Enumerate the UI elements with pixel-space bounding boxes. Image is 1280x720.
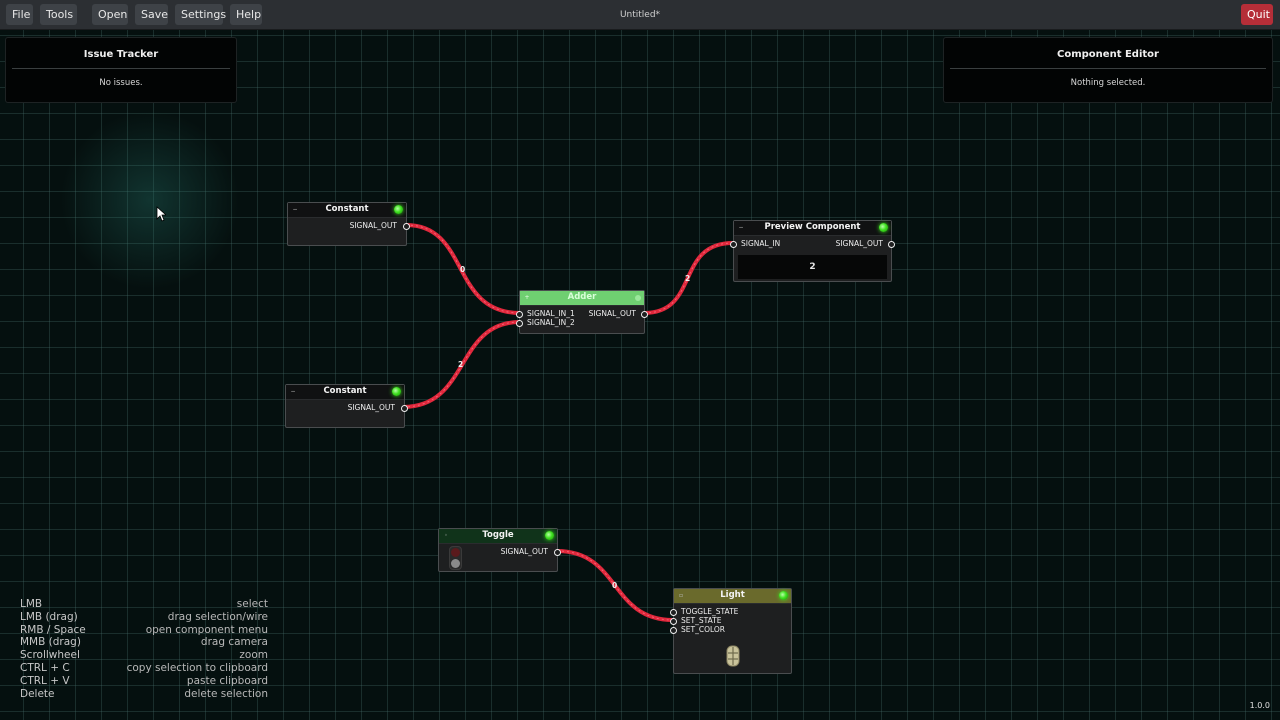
- input-port-label-1: TOGGLE_STATE: [681, 607, 739, 616]
- shortcut-action: drag camera: [200, 636, 268, 649]
- output-pin[interactable]: [554, 549, 561, 556]
- shortcut-key: Scrollwheel: [20, 649, 80, 662]
- wire-value-label: 0: [612, 581, 618, 590]
- node-header[interactable]: + Adder: [520, 291, 644, 306]
- shortcut-row: RMB / Space open component menu: [20, 624, 268, 637]
- wire-value-label: 2: [685, 274, 691, 283]
- node-header[interactable]: − Preview Component: [734, 221, 891, 236]
- preview-component-node[interactable]: − Preview Component SIGNAL_IN SIGNAL_OUT…: [730, 220, 895, 282]
- node-title: Toggle: [482, 530, 514, 540]
- input-pin-3[interactable]: [670, 627, 677, 634]
- output-pin[interactable]: [641, 311, 648, 318]
- wire-value-label: 2: [458, 360, 464, 369]
- output-port-label: SIGNAL_OUT: [349, 221, 397, 230]
- node-title: Adder: [567, 292, 597, 302]
- light-node[interactable]: ▫ Light TOGGLE_STATE SET_STATE SET_COLOR: [670, 588, 792, 674]
- status-led-icon: [394, 205, 403, 214]
- status-led-icon: [635, 295, 641, 301]
- shortcut-row: Scrollwheel zoom: [20, 649, 268, 662]
- shortcut-action: select: [236, 598, 268, 610]
- constant-node-2[interactable]: − Constant SIGNAL_OUT: [285, 384, 408, 428]
- node-title: Preview Component: [764, 222, 861, 232]
- input-port-label: SIGNAL_IN: [741, 239, 781, 248]
- output-pin[interactable]: [401, 405, 408, 412]
- shortcut-action: zoom: [239, 649, 268, 662]
- shortcut-row: CTRL + V paste clipboard: [20, 675, 268, 688]
- shortcut-row: CTRL + C copy selection to clipboard: [20, 662, 268, 675]
- shortcut-key: RMB / Space: [20, 623, 86, 636]
- output-port-label: SIGNAL_OUT: [500, 547, 548, 556]
- zoom-readout: 1.0.0: [1249, 701, 1270, 710]
- status-led-icon: [392, 387, 401, 396]
- input-pin[interactable]: [730, 241, 737, 248]
- mouse-cursor-icon: [156, 206, 166, 222]
- preview-value-display: 2: [738, 255, 887, 279]
- help-button[interactable]: Help: [230, 4, 262, 25]
- file-menu-button[interactable]: File: [6, 4, 33, 25]
- toggle-node[interactable]: ◦ Toggle SIGNAL_OUT: [438, 528, 561, 572]
- shortcut-help: LMB select LMB (drag) drag selection/wire …: [20, 598, 268, 700]
- output-port-label: SIGNAL_OUT: [347, 403, 395, 412]
- input-port-label-3: SET_COLOR: [681, 625, 725, 634]
- shortcut-key: LMB: [20, 598, 43, 610]
- input-pin-1[interactable]: [670, 609, 677, 616]
- divider: [12, 68, 230, 69]
- wire-value-label: 0: [460, 265, 466, 274]
- input-port-label-2: SIGNAL_IN_2: [527, 318, 575, 327]
- tools-menu-button[interactable]: Tools: [40, 4, 77, 25]
- node-header[interactable]: − Constant: [286, 385, 404, 400]
- lamp-icon: [726, 645, 740, 667]
- input-pin-2[interactable]: [516, 320, 523, 327]
- shortcut-key: MMB (drag): [20, 636, 81, 649]
- node-title: Light: [720, 590, 745, 600]
- component-editor-message: Nothing selected.: [1070, 78, 1146, 88]
- status-led-icon: [879, 223, 888, 232]
- shortcut-action: delete selection: [184, 687, 268, 700]
- shortcut-row: MMB (drag) drag camera: [20, 636, 268, 649]
- issue-tracker-panel: Issue Tracker No issues.: [5, 37, 237, 103]
- input-port-label-1: SIGNAL_IN_1: [527, 309, 575, 318]
- status-led-icon: [545, 531, 554, 540]
- shortcut-row: Delete delete selection: [20, 688, 268, 701]
- node-header[interactable]: − Constant: [288, 203, 406, 218]
- save-button[interactable]: Save: [135, 4, 168, 25]
- output-pin[interactable]: [888, 241, 895, 248]
- shortcut-row: LMB (drag) drag selection/wire: [20, 611, 268, 624]
- output-port-label: SIGNAL_OUT: [835, 239, 883, 248]
- shortcut-key: LMB (drag): [20, 610, 78, 623]
- settings-button[interactable]: Settings: [175, 4, 226, 25]
- node-title: Constant: [323, 386, 367, 396]
- toggle-switch-upper: [451, 548, 460, 557]
- output-port-label: SIGNAL_OUT: [588, 309, 636, 318]
- component-editor-panel: Component Editor Nothing selected.: [943, 37, 1273, 103]
- node-header[interactable]: ◦ Toggle: [439, 529, 557, 544]
- issue-tracker-title: Issue Tracker: [83, 49, 159, 60]
- shortcut-action: open component menu: [145, 623, 268, 636]
- toggle-switch-knob: [451, 559, 460, 568]
- shortcut-action: drag selection/wire: [167, 610, 268, 623]
- component-editor-title: Component Editor: [1057, 49, 1159, 60]
- shortcut-key: CTRL + C: [20, 661, 70, 674]
- shortcut-action: copy selection to clipboard: [126, 661, 268, 674]
- input-port-label-2: SET_STATE: [681, 616, 722, 625]
- status-led-icon: [779, 591, 788, 600]
- input-pin-1[interactable]: [516, 311, 523, 318]
- adder-node[interactable]: + Adder SIGNAL_IN_1 SIGNAL_IN_2 SIGNAL_O…: [516, 290, 648, 334]
- shortcut-key: CTRL + V: [20, 674, 70, 687]
- shortcut-row: LMB select: [20, 598, 268, 611]
- output-pin[interactable]: [403, 223, 410, 230]
- menu-bar: File Tools Open Save Settings Help Untit…: [0, 0, 1280, 30]
- input-pin-2[interactable]: [670, 618, 677, 625]
- toggle-switch[interactable]: [449, 546, 462, 570]
- constant-node-1[interactable]: − Constant SIGNAL_OUT: [287, 202, 410, 246]
- quit-button[interactable]: Quit: [1241, 4, 1273, 25]
- node-header[interactable]: ▫ Light: [674, 589, 791, 604]
- divider: [950, 68, 1266, 69]
- shortcut-key: Delete: [20, 687, 55, 700]
- open-button[interactable]: Open: [92, 4, 128, 25]
- issue-tracker-message: No issues.: [99, 78, 143, 88]
- node-title: Constant: [325, 204, 369, 214]
- shortcut-action: paste clipboard: [186, 674, 268, 687]
